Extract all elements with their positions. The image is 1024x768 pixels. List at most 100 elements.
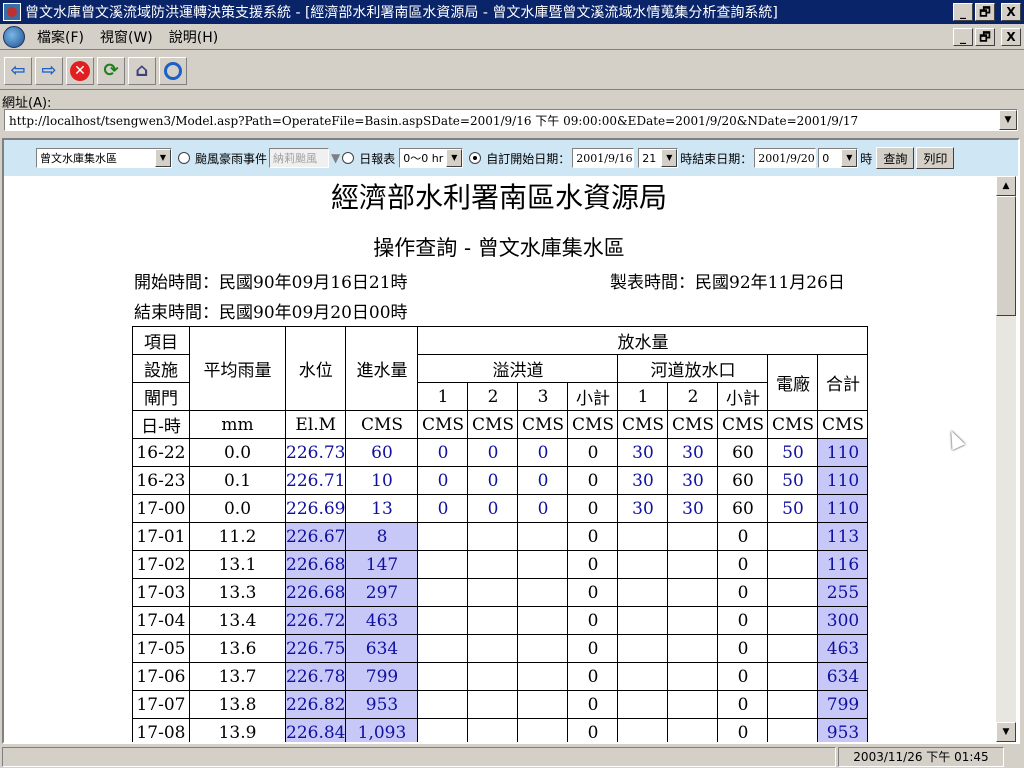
child-restore-button[interactable]: 🗗	[975, 27, 995, 46]
back-arrow-icon[interactable]: ⇦	[4, 56, 32, 85]
cell-outlet-1	[617, 718, 669, 742]
cell-outlet-2	[667, 634, 719, 663]
typhoon-event-radio[interactable]	[178, 152, 190, 164]
cell-inflow: 13	[345, 494, 419, 523]
cell-datetime: 17-01	[132, 522, 190, 551]
query-form: 曾文水庫集水區 ▼ 颱風豪雨事件 納莉颱風 ▼ 日報表 0～0 hr ▼ 自訂開…	[4, 140, 1018, 176]
chevron-down-icon[interactable]: ▼	[841, 149, 858, 167]
close-button[interactable]: X	[1001, 3, 1021, 21]
header-power: 電廠	[767, 354, 819, 411]
cell-spillway-1: 0	[417, 438, 469, 467]
typhoon-event-label: 颱風豪雨事件	[195, 151, 268, 166]
header-spillway-subtotal: 小計	[567, 382, 619, 411]
cell-spillway-subtotal: 0	[567, 606, 619, 635]
scroll-thumb[interactable]	[996, 196, 1016, 316]
unit-level: El.M	[284, 410, 347, 439]
chevron-down-icon[interactable]: ▼	[661, 149, 678, 167]
start-date-input[interactable]: 2001/9/16	[572, 148, 635, 168]
cell-outlet-2: 30	[667, 494, 719, 523]
header-outlet-subtotal: 小計	[717, 382, 769, 411]
area-select[interactable]: 曾文水庫集水區 ▼	[36, 148, 172, 168]
navigation-toolbar: ⇦ ⇨ ✕ ⟳ ⌂	[0, 52, 1024, 90]
search-icon[interactable]	[159, 56, 187, 85]
cell-level: 226.78	[284, 662, 347, 691]
unit-cms: CMS	[717, 410, 769, 439]
cell-rain: 0.1	[189, 466, 286, 495]
end-date-input[interactable]: 2001/9/20	[754, 148, 817, 168]
cell-power: 50	[767, 438, 819, 467]
cell-datetime: 17-08	[132, 718, 190, 742]
header-datetime: 日-時	[132, 410, 190, 439]
child-close-button[interactable]: X	[1001, 27, 1021, 46]
cell-inflow: 60	[345, 438, 419, 467]
cell-datetime: 17-05	[132, 634, 190, 663]
cell-total: 300	[817, 606, 869, 635]
cell-datetime: 16-22	[132, 438, 190, 467]
typhoon-select[interactable]: 納莉颱風	[269, 148, 330, 168]
cell-outlet-2	[667, 550, 719, 579]
minimize-button[interactable]: _	[953, 3, 973, 21]
hour-range-select[interactable]: 0～0 hr ▼	[399, 148, 464, 168]
cell-spillway-1	[417, 606, 469, 635]
report-content: 經濟部水利署南區水資源局 操作查詢 - 曾文水庫集水區 開始時間：民國90年09…	[4, 176, 994, 742]
status-bar: 2003/11/26 下午 01:45	[0, 746, 1024, 768]
cell-inflow: 297	[345, 578, 419, 607]
cell-spillway-2	[467, 634, 519, 663]
address-bar[interactable]: http://localhost/tsengwen3/Model.asp?Pat…	[4, 109, 1018, 131]
restore-button[interactable]: 🗗	[975, 3, 995, 21]
cell-datetime: 17-00	[132, 494, 190, 523]
header-rain: 平均雨量	[189, 326, 286, 411]
forward-arrow-icon[interactable]: ⇨	[35, 56, 63, 85]
vertical-scrollbar[interactable]: ▲ ▼	[996, 176, 1016, 742]
print-button[interactable]: 列印	[916, 147, 955, 169]
table-row: 17-07 13.8 226.82 953 0 0 799	[132, 690, 869, 719]
cell-rain: 13.1	[189, 550, 286, 579]
scroll-up-icon[interactable]: ▲	[996, 176, 1016, 196]
chevron-down-icon[interactable]: ▼	[999, 110, 1017, 130]
scroll-down-icon[interactable]: ▼	[996, 722, 1016, 742]
cell-outlet-2	[667, 690, 719, 719]
end-time: 結束時間：民國90年09月20日00時	[134, 303, 408, 323]
refresh-icon[interactable]: ⟳	[97, 56, 125, 85]
table-row: 16-23 0.1 226.71 10 0 0 0 0 30 30 60 50 110	[132, 466, 869, 495]
cell-outlet-1	[617, 550, 669, 579]
table-row: 16-22 0.0 226.73 60 0 0 0 0 30 30 60 50 110	[132, 438, 869, 467]
child-minimize-button[interactable]: _	[953, 27, 973, 46]
stop-icon[interactable]: ✕	[66, 56, 94, 85]
cell-spillway-1	[417, 690, 469, 719]
home-icon[interactable]: ⌂	[128, 56, 156, 85]
cell-power	[767, 718, 819, 742]
header-release: 放水量	[417, 326, 869, 355]
custom-date-radio[interactable]	[469, 152, 482, 164]
cell-level: 226.68	[284, 578, 347, 607]
address-input[interactable]: http://localhost/tsengwen3/Model.asp?Pat…	[5, 112, 999, 129]
cell-datetime: 16-23	[132, 466, 190, 495]
header-item: 項目	[132, 326, 190, 355]
menu-bar: 檔案(F) 視窗(W) 說明(H) _ 🗗 X	[0, 24, 1024, 50]
menu-window[interactable]: 視窗(W)	[92, 27, 161, 47]
cell-power	[767, 550, 819, 579]
end-hour-select[interactable]: 0 ▼	[818, 148, 859, 168]
cell-outlet-2	[667, 606, 719, 635]
start-time: 開始時間：民國90年09月16日21時	[134, 273, 408, 293]
cell-rain: 11.2	[189, 522, 286, 551]
cell-datetime: 17-07	[132, 690, 190, 719]
cell-inflow: 953	[345, 690, 419, 719]
menu-help[interactable]: 說明(H)	[161, 27, 226, 47]
unit-cms: CMS	[667, 410, 719, 439]
daily-report-radio[interactable]	[342, 152, 355, 164]
cell-total: 110	[817, 438, 869, 467]
cell-level: 226.75	[284, 634, 347, 663]
cell-inflow: 1,093	[345, 718, 419, 742]
chevron-down-icon[interactable]: ▼	[155, 149, 171, 167]
menu-file[interactable]: 檔案(F)	[29, 27, 92, 47]
cell-spillway-subtotal: 0	[567, 550, 619, 579]
cell-datetime: 17-02	[132, 550, 190, 579]
cell-outlet-1	[617, 662, 669, 691]
cell-spillway-3	[517, 718, 569, 742]
query-button[interactable]: 查詢	[876, 147, 915, 169]
header-spillway-3: 3	[517, 382, 569, 411]
start-hour-select[interactable]: 21 ▼	[638, 148, 679, 168]
chevron-down-icon[interactable]: ▼	[446, 149, 463, 167]
cell-rain: 13.9	[189, 718, 286, 742]
